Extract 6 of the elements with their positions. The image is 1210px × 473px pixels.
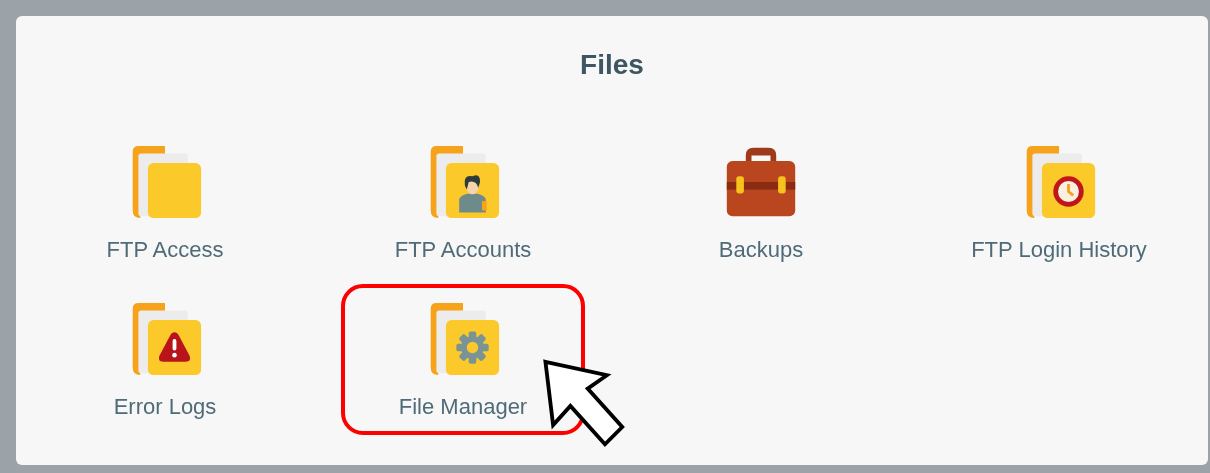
tool-link[interactable]: Backups bbox=[639, 127, 883, 278]
tool-link[interactable]: Error Logs bbox=[43, 284, 287, 435]
section-title: Files bbox=[579, 50, 645, 80]
tool-link[interactable]: FTP Accounts bbox=[341, 127, 585, 278]
tool-link[interactable]: FTP Access bbox=[43, 127, 287, 278]
tool-link[interactable]: FTP Login History bbox=[937, 127, 1181, 278]
